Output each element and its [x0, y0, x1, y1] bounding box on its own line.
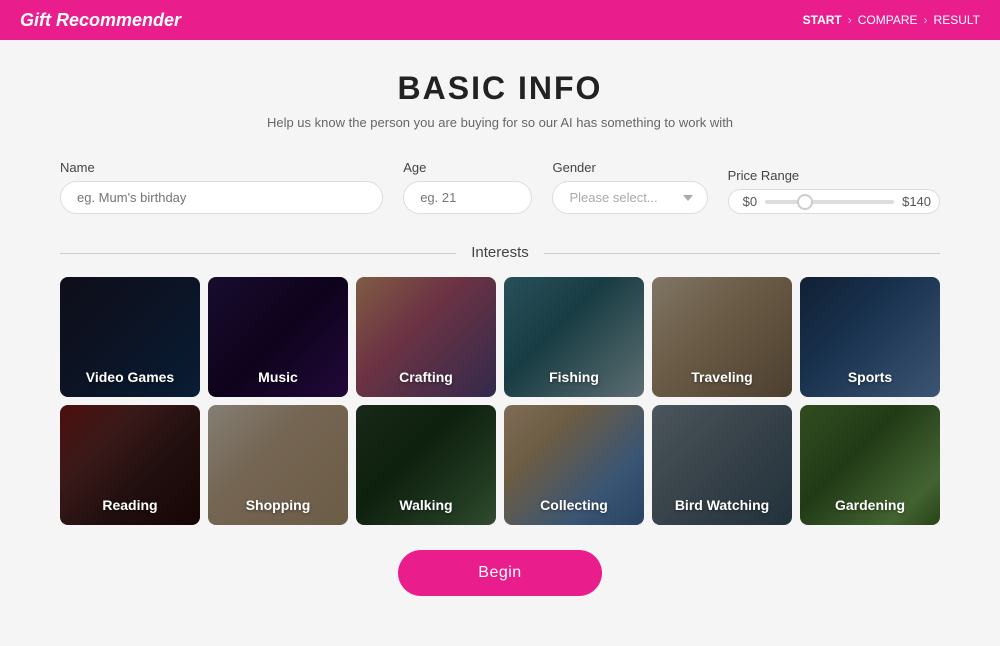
interest-card-label-crafting: Crafting	[356, 369, 496, 385]
gender-select[interactable]: Please select... Male Female Other	[552, 181, 707, 214]
price-label: Price Range	[728, 168, 940, 183]
gender-label: Gender	[552, 160, 707, 175]
interest-card-label-collecting: Collecting	[504, 497, 644, 513]
price-max-label: $140	[902, 194, 931, 209]
interest-card-bird-watching[interactable]: Bird Watching	[652, 405, 792, 525]
age-label: Age	[403, 160, 532, 175]
page-subtitle: Help us know the person you are buying f…	[60, 115, 940, 130]
gender-group: Gender Please select... Male Female Othe…	[552, 160, 707, 214]
interest-card-label-traveling: Traveling	[652, 369, 792, 385]
header: Gift Recommender START › COMPARE › RESUL…	[0, 0, 1000, 40]
app-logo: Gift Recommender	[20, 10, 181, 31]
name-label: Name	[60, 160, 383, 175]
interest-card-label-bird-watching: Bird Watching	[652, 497, 792, 513]
price-min-label: $0	[743, 194, 757, 209]
interest-card-label-walking: Walking	[356, 497, 496, 513]
interest-card-label-reading: Reading	[60, 497, 200, 513]
interests-grid: Video Games Music Crafting Fishing Traveling…	[60, 277, 940, 525]
name-input[interactable]	[60, 181, 383, 214]
interest-card-shopping[interactable]: Shopping	[208, 405, 348, 525]
begin-section: Begin	[60, 550, 940, 616]
nav-sep-2: ›	[924, 13, 928, 27]
name-group: Name	[60, 160, 383, 214]
interests-label: Interests	[456, 244, 544, 261]
interest-card-label-sports: Sports	[800, 369, 940, 385]
price-range-container: $0 $140	[728, 189, 940, 214]
nav-start: START	[803, 13, 842, 27]
interest-card-reading[interactable]: Reading	[60, 405, 200, 525]
interest-card-label-fishing: Fishing	[504, 369, 644, 385]
age-input[interactable]	[403, 181, 532, 214]
price-group: Price Range $0 $140	[728, 168, 940, 214]
interest-card-label-shopping: Shopping	[208, 497, 348, 513]
interests-section: Interests Video Games Music Crafting Fishin…	[60, 244, 940, 525]
interest-card-label-video-games: Video Games	[60, 369, 200, 385]
interest-card-crafting[interactable]: Crafting	[356, 277, 496, 397]
interest-card-traveling[interactable]: Traveling	[652, 277, 792, 397]
interest-card-music[interactable]: Music	[208, 277, 348, 397]
interest-card-collecting[interactable]: Collecting	[504, 405, 644, 525]
interests-divider: Interests	[60, 244, 940, 262]
begin-button[interactable]: Begin	[398, 550, 601, 596]
header-nav: START › COMPARE › RESULT	[803, 13, 980, 27]
nav-sep-1: ›	[848, 13, 852, 27]
age-group: Age	[403, 160, 532, 214]
interest-card-fishing[interactable]: Fishing	[504, 277, 644, 397]
page-title: BASIC INFO	[60, 70, 940, 107]
main-content: BASIC INFO Help us know the person you a…	[0, 40, 1000, 646]
nav-compare: COMPARE	[858, 13, 918, 27]
interest-card-sports[interactable]: Sports	[800, 277, 940, 397]
interest-card-gardening[interactable]: Gardening	[800, 405, 940, 525]
interest-card-label-gardening: Gardening	[800, 497, 940, 513]
basic-info-form: Name Age Gender Please select... Male Fe…	[60, 160, 940, 214]
price-slider[interactable]	[765, 200, 894, 204]
interest-card-label-music: Music	[208, 369, 348, 385]
interest-card-video-games[interactable]: Video Games	[60, 277, 200, 397]
nav-result: RESULT	[934, 13, 980, 27]
interest-card-walking[interactable]: Walking	[356, 405, 496, 525]
